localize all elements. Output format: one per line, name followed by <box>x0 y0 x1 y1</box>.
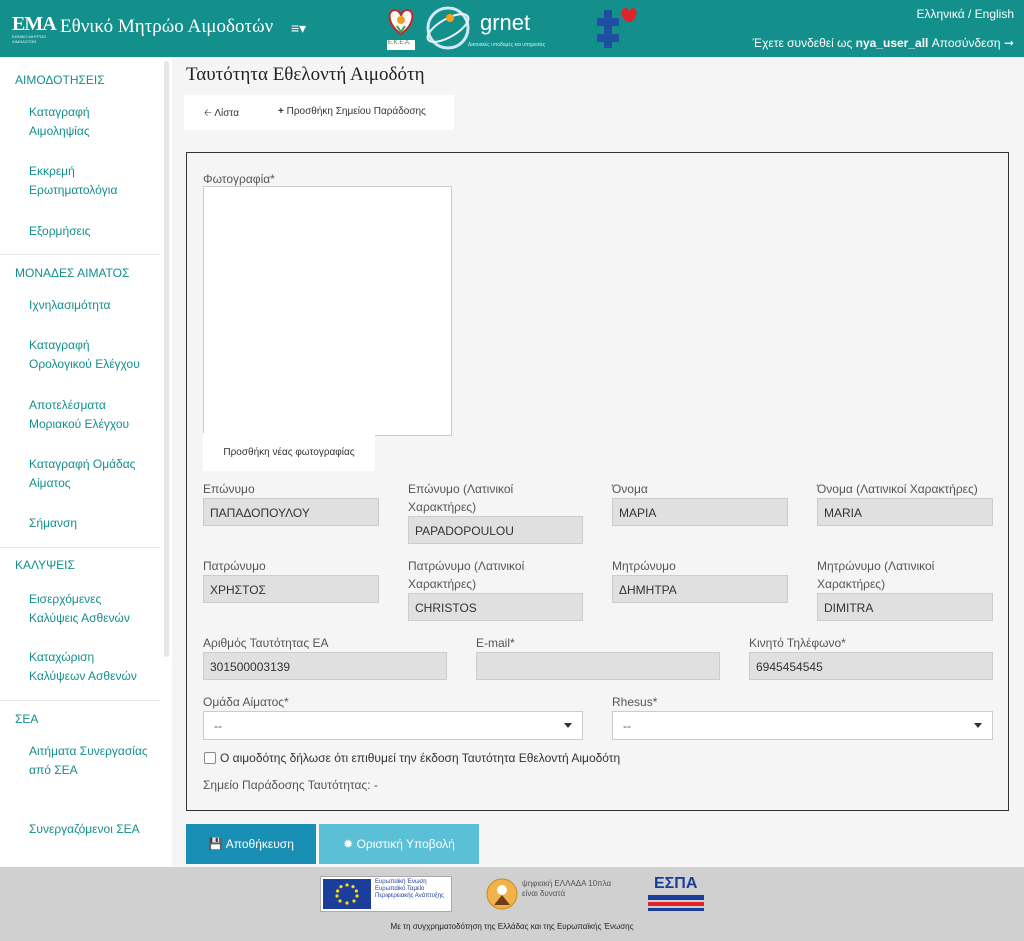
mother-name-label: Μητρώνυμο <box>612 559 676 573</box>
father-name-label: Πατρώνυμο <box>203 559 266 573</box>
top-navbar: ΕΜΑ ΕΘΝΙΚΟ ΜΗΤΡΩΟ ΑΙΜΟΔΟΤΩΝ Εθνικό Μητρώ… <box>0 0 1024 57</box>
floppy-disk-icon: 💾 <box>208 837 224 851</box>
mobile-field[interactable]: 6945454545 <box>749 652 993 680</box>
add-delivery-point-button[interactable]: + Προσθήκη Σημείου Παράδοσης <box>278 106 426 117</box>
id-number-label: Αριθμός Ταυτότητας ΕΑ <box>203 636 329 650</box>
email-field[interactable] <box>476 652 720 680</box>
sidebar-section-sea: ΣΕΑ <box>15 712 39 726</box>
back-to-list-button[interactable]: 🡠 Λίστα <box>204 106 239 123</box>
asterisk-icon: ✹ <box>343 837 354 851</box>
donor-id-form: Φωτογραφία* Προσθήκη νέας φωτογραφίας Επ… <box>186 152 1009 811</box>
blood-group-label: Ομάδα Αίματος* <box>203 695 289 709</box>
blood-group-select[interactable]: -- <box>203 711 583 740</box>
sidebar-item-pending-questionnaires[interactable]: Εκκρεμή Ερωτηματολόγια <box>29 162 149 200</box>
surname-label: Επώνυμο <box>203 482 255 496</box>
logout-link[interactable]: Αποσύνδεση <box>932 36 1001 50</box>
rhesus-label: Rhesus* <box>612 695 658 709</box>
name-latin-field: MARIA <box>817 498 993 526</box>
arrow-left-icon: 🡠 <box>204 108 213 119</box>
issue-id-checkbox-label[interactable]: Ο αιμοδότης δήλωσε ότι επιθυμεί την έκδο… <box>220 751 620 765</box>
app-title[interactable]: Εθνικό Μητρώο Αιμοδοτών <box>60 16 273 38</box>
sidebar-section-coverage: ΚΑΛΥΨΕΙΣ <box>15 558 75 572</box>
final-submit-button[interactable]: ✹ Οριστική Υποβολή <box>319 824 479 864</box>
sidebar-section-blood-donations: ΑΙΜΟΔΟΤΗΣΕΙΣ <box>15 73 105 87</box>
sidebar-item-traceability[interactable]: Ιχνηλασιμότητα <box>29 296 149 315</box>
sidebar-section-blood-units: ΜΟΝΑΔΕΣ ΑΙΜΑΤΟΣ <box>15 266 130 280</box>
plus-icon: + <box>278 106 284 117</box>
eu-logo: Ευρωπαϊκή Ένωση Ευρωπαϊκό Ταμείο Περιφερ… <box>320 876 452 912</box>
name-field: ΜΑΡΙΑ <box>612 498 788 526</box>
issue-id-checkbox[interactable] <box>204 752 216 764</box>
father-name-latin-field: CHRISTOS <box>408 593 583 621</box>
grnet-logo: grnet Δικτυακές υποδομές και υπηρεσίες <box>424 2 584 54</box>
eu-flag-icon <box>323 879 371 909</box>
surname-latin-label: Επώνυμο (Λατινικοί Χαρακτήρες) <box>408 482 514 514</box>
father-name-field: ΧΡΗΣΤΟΣ <box>203 575 379 603</box>
name-latin-label: Όνομα (Λατινικοί Χαρακτήρες) <box>817 482 978 496</box>
cofinance-text: Με τη συγχρηματοδότηση της Ελλάδας και τ… <box>390 922 634 931</box>
ema-logo[interactable]: ΕΜΑ ΕΘΝΙΚΟ ΜΗΤΡΩΟ ΑΙΜΟΔΟΤΩΝ <box>12 14 57 46</box>
rhesus-select[interactable]: -- <box>612 711 993 740</box>
add-photo-button[interactable]: Προσθήκη νέας φωτογραφίας <box>203 433 375 471</box>
sidebar-item-serology-record[interactable]: Καταγραφή Ορολογικού Ελέγχου <box>29 336 149 374</box>
sidebar: ΑΙΜΟΔΟΤΗΣΕΙΣ Καταγραφή Αιμοληψίας Εκκρεμ… <box>0 57 172 867</box>
email-label: E-mail* <box>476 636 515 650</box>
logout-icon[interactable]: ➞ <box>1004 36 1014 50</box>
sidebar-scrollbar[interactable] <box>164 61 169 657</box>
medical-cross-logo <box>593 4 639 52</box>
sidebar-item-coverage-entry[interactable]: Καταχώριση Καλύψεων Ασθενών <box>29 648 149 686</box>
save-button[interactable]: 💾 Αποθήκευση <box>186 824 316 864</box>
sidebar-item-cooperating-sea[interactable]: Συνεργαζόμενοι ΣΕΑ <box>29 820 149 839</box>
photo-preview <box>203 186 452 436</box>
mobile-label: Κινητό Τηλέφωνο* <box>749 636 846 650</box>
sidebar-item-molecular-results[interactable]: Αποτελέσματα Μοριακού Ελέγχου <box>29 396 149 434</box>
sidebar-divider <box>0 700 160 701</box>
ekea-logo: Ε.Κ.Ε.Α. <box>383 4 419 52</box>
footer: Ευρωπαϊκή Ένωση Ευρωπαϊκό Ταμείο Περιφερ… <box>0 867 1024 941</box>
mother-name-latin-label: Μητρώνυμο (Λατινικοί Χαρακτήρες) <box>817 559 935 591</box>
page-title: Ταυτότητα Εθελοντή Αιμοδότη <box>186 64 425 85</box>
espa-logo: ΕΣΠΑ <box>646 875 706 913</box>
username: nya_user_all <box>855 36 929 50</box>
action-toolbar: 🡠 Λίστα + Προσθήκη Σημείου Παράδοσης <box>184 95 454 130</box>
chevron-down-icon <box>564 723 572 728</box>
delivery-point-text: Σημείο Παράδοσης Ταυτότητας: - <box>203 778 378 792</box>
mother-name-field: ΔΗΜΗΤΡΑ <box>612 575 788 603</box>
surname-latin-field: PAPADOPOULOU <box>408 516 583 544</box>
name-label: Όνομα <box>612 482 648 496</box>
chevron-down-icon <box>974 723 982 728</box>
sidebar-divider <box>0 254 160 255</box>
surname-field: ΠΑΠΑΔΟΠΟΥΛΟΥ <box>203 498 379 526</box>
sidebar-item-labeling[interactable]: Σήμανση <box>29 514 149 533</box>
sidebar-item-incoming-coverage[interactable]: Εισερχόμενες Καλύψεις Ασθενών <box>29 590 149 628</box>
user-info: Έχετε συνδεθεί ως nya_user_all Αποσύνδεσ… <box>752 36 1014 50</box>
father-name-latin-label: Πατρώνυμο (Λατινικοί Χαρακτήρες) <box>408 559 525 591</box>
digital-greece-logo: ψηφιακή ΕΛΛΑΔΑ 10πλα είναι δυνατά <box>484 875 616 913</box>
sidebar-item-campaigns[interactable]: Εξορμήσεις <box>29 222 149 241</box>
sidebar-item-sea-requests[interactable]: Αιτήματα Συνεργασίας από ΣΕΑ <box>29 742 149 780</box>
mother-name-latin-field: DIMITRA <box>817 593 993 621</box>
sidebar-divider <box>0 547 160 548</box>
language-switcher[interactable]: Ελληνικά / English <box>917 7 1015 21</box>
id-number-field: 301500003139 <box>203 652 447 680</box>
sidebar-item-donation-record[interactable]: Καταγραφή Αιμοληψίας <box>29 103 149 141</box>
menu-toggle-icon[interactable]: ≡▾ <box>291 20 306 37</box>
sidebar-item-blood-group-record[interactable]: Καταγραφή Ομάδας Αίματος <box>29 455 149 493</box>
